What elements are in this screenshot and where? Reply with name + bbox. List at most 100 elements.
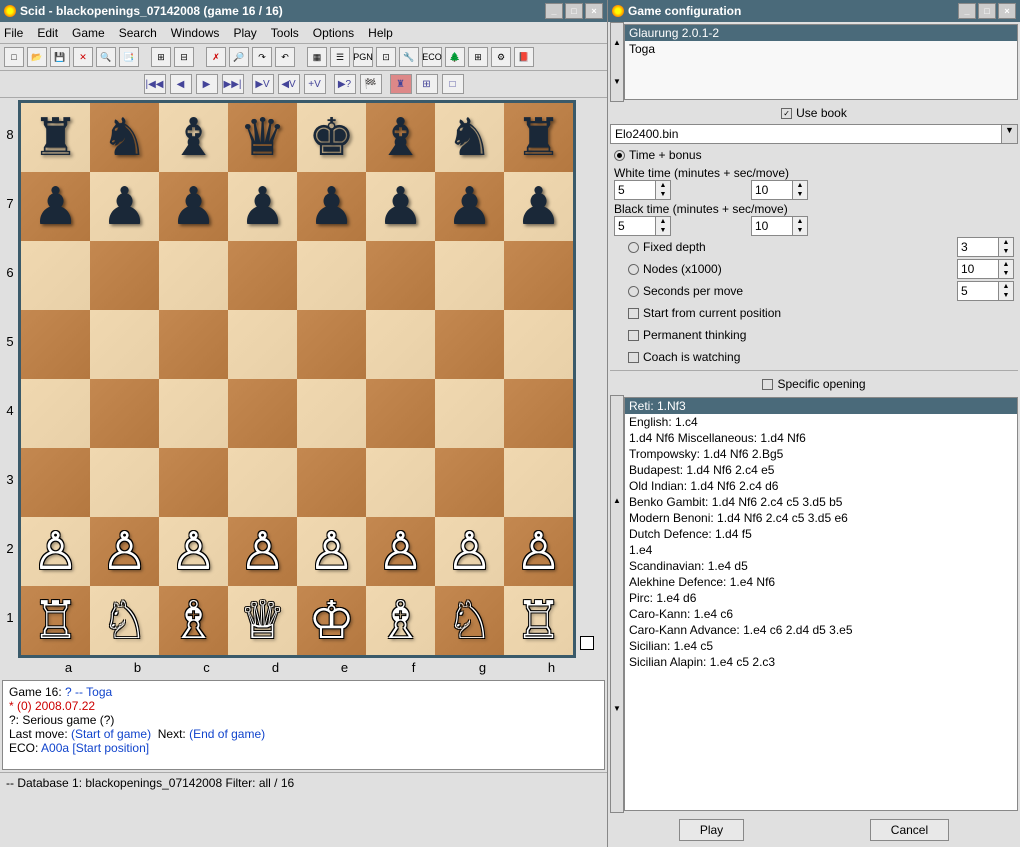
tool-pgn-icon[interactable]: PGN	[353, 47, 373, 67]
opening-up-icon[interactable]: ▲	[611, 396, 623, 604]
engine-option[interactable]: Toga	[625, 41, 1017, 57]
nav-trial-icon[interactable]: 🏁	[360, 74, 382, 94]
opening-item[interactable]: English: 1.c4	[625, 414, 1017, 430]
square-h5[interactable]	[504, 310, 573, 379]
tool-search-header-icon[interactable]: ↷	[252, 47, 272, 67]
engine-selected[interactable]: Glaurung 2.0.1-2	[625, 25, 1017, 41]
cfg-minimize-button[interactable]: _	[958, 3, 976, 19]
nav-fwd-icon[interactable]: ▶	[196, 74, 218, 94]
square-c4[interactable]	[159, 379, 228, 448]
nav-flip-icon[interactable]: ♜	[390, 74, 412, 94]
opening-down-icon[interactable]: ▼	[611, 604, 623, 812]
square-a6[interactable]	[21, 241, 90, 310]
menu-edit[interactable]: Edit	[37, 26, 58, 40]
white-seconds-spin[interactable]: ▲▼	[751, 180, 808, 200]
startpos-checkbox[interactable]	[628, 308, 639, 319]
square-c1[interactable]: ♗	[159, 586, 228, 655]
square-e6[interactable]	[297, 241, 366, 310]
square-d3[interactable]	[228, 448, 297, 517]
square-b6[interactable]	[90, 241, 159, 310]
square-c3[interactable]	[159, 448, 228, 517]
cfg-close-button[interactable]: ×	[998, 3, 1016, 19]
square-d7[interactable]: ♟	[228, 172, 297, 241]
square-a3[interactable]	[21, 448, 90, 517]
eco-value[interactable]: A00a [Start position]	[41, 741, 149, 755]
square-b1[interactable]: ♘	[90, 586, 159, 655]
square-b3[interactable]	[90, 448, 159, 517]
permanent-checkbox[interactable]	[628, 330, 639, 341]
tool-crosstable-icon[interactable]: ⊞	[468, 47, 488, 67]
nav-back-icon[interactable]: ◀	[170, 74, 192, 94]
opening-item[interactable]: Sicilian: 1.e4 c5	[625, 638, 1017, 654]
square-a7[interactable]: ♟	[21, 172, 90, 241]
opening-item[interactable]: Pirc: 1.e4 d6	[625, 590, 1017, 606]
menu-game[interactable]: Game	[72, 26, 105, 40]
square-b8[interactable]: ♞	[90, 103, 159, 172]
tool-new-icon[interactable]: □	[4, 47, 24, 67]
tool-search-board-icon[interactable]: 🔎	[229, 47, 249, 67]
square-h3[interactable]	[504, 448, 573, 517]
square-g8[interactable]: ♞	[435, 103, 504, 172]
menu-search[interactable]: Search	[119, 26, 157, 40]
square-h2[interactable]: ♙	[504, 517, 573, 586]
square-g5[interactable]	[435, 310, 504, 379]
square-g1[interactable]: ♘	[435, 586, 504, 655]
square-f4[interactable]	[366, 379, 435, 448]
black-minutes-spin[interactable]: ▲▼	[614, 216, 671, 236]
square-d1[interactable]: ♕	[228, 586, 297, 655]
square-f8[interactable]: ♝	[366, 103, 435, 172]
close-button[interactable]: ×	[585, 3, 603, 19]
chess-board[interactable]: ♜♞♝♛♚♝♞♜♟♟♟♟♟♟♟♟♙♙♙♙♙♙♙♙♖♘♗♕♔♗♘♖	[18, 100, 576, 658]
nav-coords-icon[interactable]: ⊞	[416, 74, 438, 94]
timebonus-radio[interactable]	[614, 150, 625, 161]
cfg-maximize-button[interactable]: □	[978, 3, 996, 19]
square-f3[interactable]	[366, 448, 435, 517]
opening-item[interactable]: Budapest: 1.d4 Nf6 2.c4 e5	[625, 462, 1017, 478]
square-e4[interactable]	[297, 379, 366, 448]
square-e7[interactable]: ♟	[297, 172, 366, 241]
black-seconds-spin[interactable]: ▲▼	[751, 216, 808, 236]
square-e2[interactable]: ♙	[297, 517, 366, 586]
tool-close-icon[interactable]: ✕	[73, 47, 93, 67]
square-e1[interactable]: ♔	[297, 586, 366, 655]
menu-play[interactable]: Play	[233, 26, 256, 40]
spm-spin[interactable]: ▲▼	[957, 281, 1014, 301]
dropdown-icon[interactable]: ▼	[1001, 125, 1017, 143]
menu-help[interactable]: Help	[368, 26, 393, 40]
square-c6[interactable]	[159, 241, 228, 310]
tool-tree-icon[interactable]: 🌲	[445, 47, 465, 67]
fixeddepth-radio[interactable]	[628, 242, 639, 253]
nav-start-icon[interactable]: |◀◀	[144, 74, 166, 94]
opening-item[interactable]: Trompowsky: 1.d4 Nf6 2.Bg5	[625, 446, 1017, 462]
opening-item[interactable]: Sicilian Alapin: 1.e4 c5 2.c3	[625, 654, 1017, 670]
opening-item[interactable]: Dutch Defence: 1.d4 f5	[625, 526, 1017, 542]
square-a2[interactable]: ♙	[21, 517, 90, 586]
specific-checkbox[interactable]	[762, 379, 773, 390]
nav-intovar-icon[interactable]: ▶V	[252, 74, 274, 94]
tool-search-reset-icon[interactable]: ✗	[206, 47, 226, 67]
spm-radio[interactable]	[628, 286, 639, 297]
nav-outvar-icon[interactable]: ◀V	[278, 74, 300, 94]
menu-windows[interactable]: Windows	[171, 26, 220, 40]
fixeddepth-spin[interactable]: ▲▼	[957, 237, 1014, 257]
square-f6[interactable]	[366, 241, 435, 310]
opening-item[interactable]: Benko Gambit: 1.d4 Nf6 2.c4 c5 3.d5 b5	[625, 494, 1017, 510]
square-h6[interactable]	[504, 241, 573, 310]
square-g4[interactable]	[435, 379, 504, 448]
nav-autoplay-icon[interactable]: ▶?	[334, 74, 356, 94]
engine-down-icon[interactable]: ▼	[611, 62, 623, 101]
game-players[interactable]: ? -- Toga	[65, 685, 112, 699]
square-f1[interactable]: ♗	[366, 586, 435, 655]
tool-finder-icon[interactable]: 🔍	[96, 47, 116, 67]
opening-item[interactable]: 1.e4	[625, 542, 1017, 558]
nav-null-icon[interactable]: □	[442, 74, 464, 94]
opening-item[interactable]: Caro-Kann: 1.e4 c6	[625, 606, 1017, 622]
menu-tools[interactable]: Tools	[271, 26, 299, 40]
square-c8[interactable]: ♝	[159, 103, 228, 172]
tool-search-material-icon[interactable]: ↶	[275, 47, 295, 67]
square-g3[interactable]	[435, 448, 504, 517]
nav-addvar-icon[interactable]: +V	[304, 74, 326, 94]
menu-options[interactable]: Options	[313, 26, 354, 40]
tool-gsave-icon[interactable]: ⊟	[174, 47, 194, 67]
opening-item[interactable]: Old Indian: 1.d4 Nf6 2.c4 d6	[625, 478, 1017, 494]
